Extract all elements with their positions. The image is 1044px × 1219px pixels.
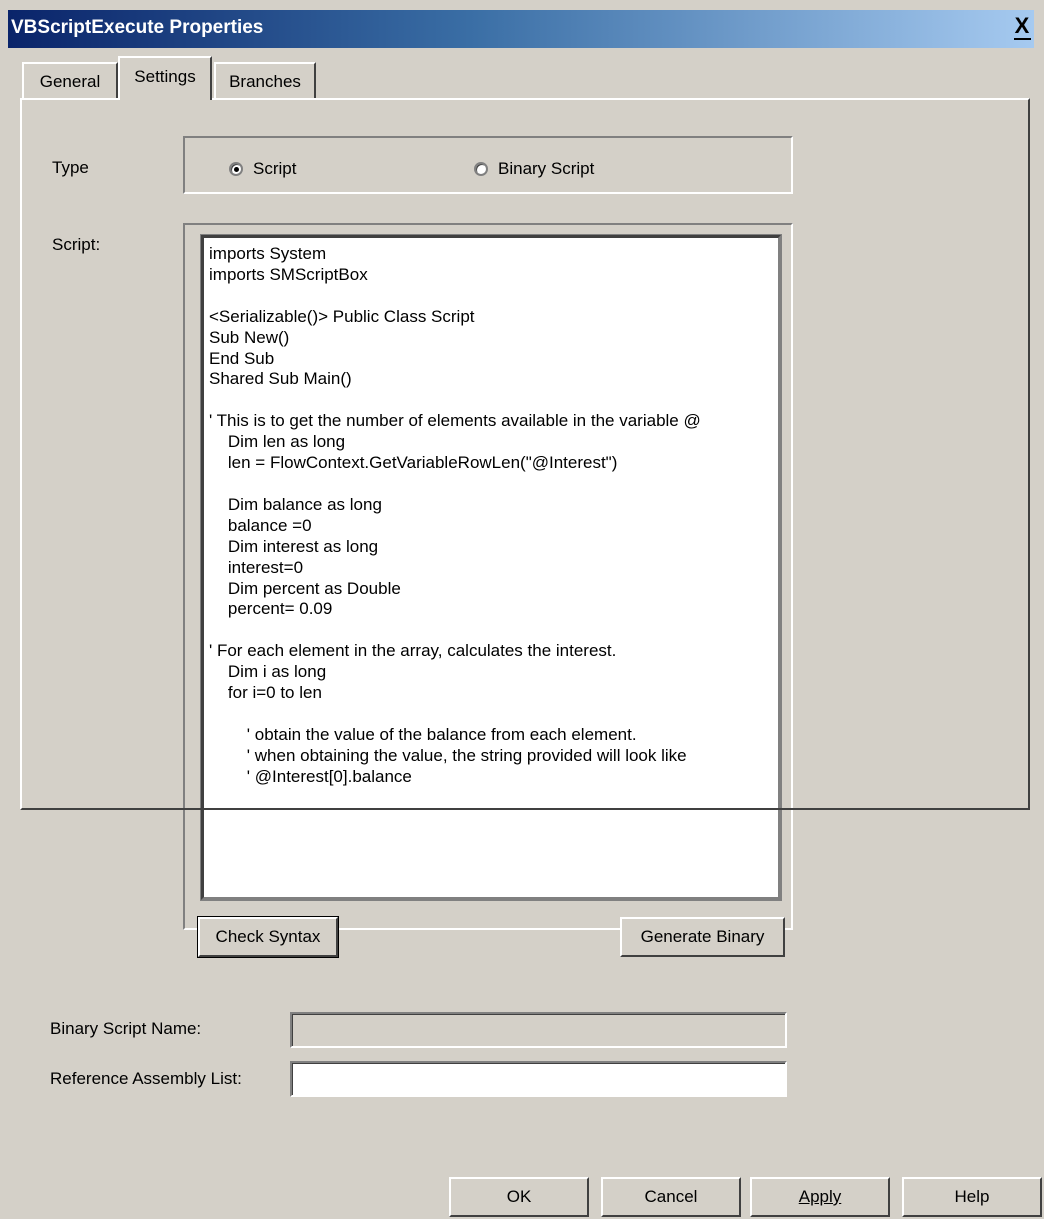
- close-button[interactable]: X: [1010, 14, 1034, 40]
- reference-assembly-list-label: Reference Assembly List:: [50, 1069, 242, 1088]
- cancel-button[interactable]: Cancel: [601, 1177, 741, 1217]
- tab-settings[interactable]: Settings: [118, 56, 212, 100]
- generate-binary-button[interactable]: Generate Binary: [620, 917, 785, 957]
- settings-panel: [20, 98, 1030, 810]
- tab-general[interactable]: General: [22, 62, 118, 98]
- help-button[interactable]: Help: [902, 1177, 1042, 1217]
- properties-dialog: VBScriptExecute Properties X General Set…: [0, 0, 1044, 1219]
- tab-branches[interactable]: Branches: [214, 62, 316, 98]
- binary-script-name-label: Binary Script Name:: [50, 1019, 202, 1038]
- window-title: VBScriptExecute Properties: [11, 17, 264, 38]
- title-bar[interactable]: VBScriptExecute Properties: [8, 10, 1034, 48]
- apply-button-label: Apply: [798, 1187, 842, 1206]
- ok-button[interactable]: OK: [449, 1177, 589, 1217]
- binary-script-name-field: [290, 1012, 787, 1048]
- apply-button[interactable]: Apply: [750, 1177, 890, 1217]
- reference-assembly-list-field[interactable]: [290, 1061, 787, 1097]
- check-syntax-button[interactable]: Check Syntax: [197, 916, 339, 958]
